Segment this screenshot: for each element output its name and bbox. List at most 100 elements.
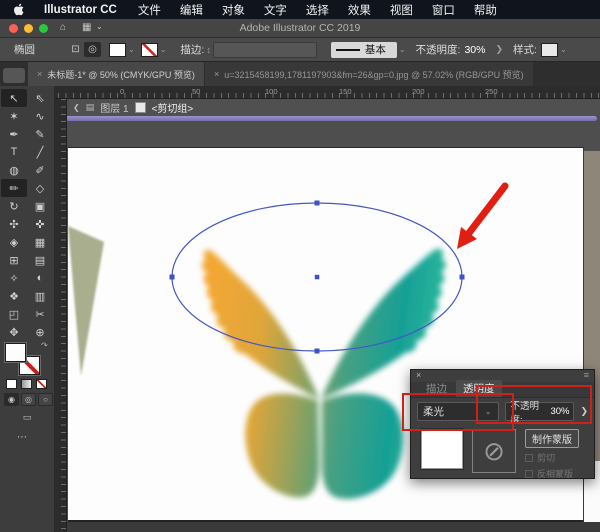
gradient-tool-icon[interactable]: ▤ bbox=[27, 251, 53, 269]
layers-icon: ▤ bbox=[86, 102, 95, 113]
direct-selection-tool-icon[interactable]: ⇖ bbox=[27, 89, 53, 107]
slice-tool-icon[interactable]: ✂ bbox=[27, 305, 53, 323]
color-button[interactable] bbox=[6, 379, 17, 389]
mask-slot[interactable]: ⊘ bbox=[472, 429, 516, 473]
puppet-warp-tool-icon[interactable]: ✜ bbox=[27, 215, 53, 233]
menu-item-object[interactable]: 对象 bbox=[222, 2, 245, 18]
document-tab-bar: × 未标题-1* @ 50% (CMYK/GPU 预览) × u=3215458… bbox=[0, 62, 600, 86]
fill-color-swatch[interactable] bbox=[109, 43, 126, 57]
swap-fill-stroke-icon[interactable]: ↷ bbox=[41, 341, 48, 350]
invert-mask-checkbox-row[interactable]: 反相蒙版 bbox=[525, 467, 579, 480]
free-transform-tool-icon[interactable]: ▣ bbox=[27, 197, 53, 215]
brush-name: 基本 bbox=[365, 42, 386, 57]
anchor-point-top[interactable] bbox=[315, 201, 320, 206]
curvature-tool-icon[interactable]: ✎ bbox=[27, 125, 53, 143]
close-icon[interactable]: × bbox=[37, 69, 42, 79]
checkbox-icon[interactable] bbox=[525, 454, 533, 462]
menu-item-view[interactable]: 视图 bbox=[390, 2, 413, 18]
fill-indicator-swatch[interactable] bbox=[5, 343, 26, 362]
menu-item-select[interactable]: 选择 bbox=[306, 2, 329, 18]
opacity-label: 不透明度: bbox=[416, 42, 461, 57]
artboard-tool-icon[interactable]: ◰ bbox=[1, 305, 27, 323]
shape-builder-tool-icon[interactable]: ◈ bbox=[1, 233, 27, 251]
target-icon[interactable]: ◎ bbox=[84, 42, 101, 57]
window-title: Adobe Illustrator CC 2019 bbox=[0, 22, 600, 34]
close-icon[interactable]: × bbox=[214, 69, 219, 79]
menu-item-edit[interactable]: 编辑 bbox=[180, 2, 203, 18]
chevron-right-icon[interactable]: ❯ bbox=[495, 44, 503, 55]
chevron-down-icon[interactable]: ⌄ bbox=[399, 45, 406, 54]
panel-dock-stub[interactable] bbox=[3, 68, 25, 83]
zoom-tool-icon[interactable]: ⊕ bbox=[27, 323, 53, 341]
eraser-tool-icon[interactable]: ◇ bbox=[27, 179, 53, 197]
opacity-value[interactable]: 30% bbox=[464, 44, 485, 56]
style-swatch[interactable] bbox=[541, 43, 558, 57]
tab-untitled-document[interactable]: × 未标题-1* @ 50% (CMYK/GPU 预览) bbox=[28, 62, 204, 86]
chevron-down-icon[interactable]: ⌄ bbox=[128, 45, 135, 54]
tab-label: u=3215458199,1781197903&fm=26&gp=0.jpg @… bbox=[224, 68, 523, 81]
lasso-tool-icon[interactable]: ∿ bbox=[27, 107, 53, 125]
breadcrumb-layer[interactable]: 图层 1 bbox=[100, 100, 128, 115]
type-tool-icon[interactable]: T bbox=[1, 143, 27, 161]
menu-app-name[interactable]: Illustrator CC bbox=[44, 4, 117, 16]
width-tool-icon[interactable]: ✣ bbox=[1, 215, 27, 233]
apple-icon[interactable] bbox=[14, 3, 25, 16]
perspective-grid-tool-icon[interactable]: ▦ bbox=[27, 233, 53, 251]
selection-tool-icon[interactable]: ↖ bbox=[1, 89, 27, 107]
draw-behind-mode-icon[interactable]: ◎ bbox=[21, 393, 36, 406]
chevron-down-icon[interactable]: ⌄ bbox=[160, 45, 167, 54]
control-bar: 椭圆 ⊡ ◎ ⌄ ⌄ 描边: ↕ 基本 ⌄ 不透明度: 30% ❯ 样式: ⌄ bbox=[0, 38, 600, 62]
back-arrow-icon[interactable]: ❮ bbox=[73, 103, 80, 112]
paintbrush-tool-icon[interactable]: ✐ bbox=[27, 161, 53, 179]
annotation-arrow bbox=[457, 186, 505, 249]
rotate-tool-icon[interactable]: ↻ bbox=[1, 197, 27, 215]
transform-frame-icon[interactable]: ⊡ bbox=[67, 42, 84, 57]
shaper-tool-icon[interactable]: ◍ bbox=[1, 161, 27, 179]
brush-definition-select[interactable]: 基本 bbox=[331, 42, 397, 58]
olive-shape[interactable] bbox=[68, 226, 104, 376]
gradient-button[interactable] bbox=[21, 379, 32, 389]
invert-mask-label: 反相蒙版 bbox=[537, 467, 573, 480]
menu-item-type[interactable]: 文字 bbox=[264, 2, 287, 18]
none-button[interactable] bbox=[36, 379, 47, 389]
center-point[interactable] bbox=[315, 275, 320, 280]
clip-checkbox-row[interactable]: 剪切 bbox=[525, 451, 579, 464]
menu-item-window[interactable]: 窗口 bbox=[432, 2, 455, 18]
anchor-point-left[interactable] bbox=[170, 275, 175, 280]
menu-bar: Illustrator CC 文件 编辑 对象 文字 选择 效果 视图 窗口 帮… bbox=[0, 0, 600, 19]
chevron-down-icon[interactable]: ⌄ bbox=[560, 45, 567, 54]
pen-tool-icon[interactable]: ✒ bbox=[1, 125, 27, 143]
eyedropper-tool-icon[interactable]: ✧ bbox=[1, 269, 27, 287]
object-thumbnail[interactable] bbox=[421, 429, 463, 469]
screen-mode-icon[interactable]: ▭ bbox=[17, 412, 37, 425]
stroke-color-swatch[interactable] bbox=[141, 43, 158, 57]
hand-tool-icon[interactable]: ✥ bbox=[1, 323, 27, 341]
mesh-tool-icon[interactable]: ⊞ bbox=[1, 251, 27, 269]
checkbox-icon[interactable] bbox=[525, 470, 533, 478]
line-segment-tool-icon[interactable]: ╱ bbox=[27, 143, 53, 161]
menu-item-effect[interactable]: 效果 bbox=[348, 2, 371, 18]
pencil-tool-icon[interactable]: ✏ bbox=[1, 179, 27, 197]
symbol-sprayer-tool-icon[interactable]: ❖ bbox=[1, 287, 27, 305]
draw-inside-mode-icon[interactable]: ○ bbox=[38, 393, 53, 406]
column-graph-tool-icon[interactable]: ▥ bbox=[27, 287, 53, 305]
breadcrumb-group[interactable]: <剪切组> bbox=[152, 100, 194, 115]
tab-jpg-document[interactable]: × u=3215458199,1781197903&fm=26&gp=0.jpg… bbox=[204, 62, 533, 86]
brush-stroke-preview bbox=[336, 49, 360, 51]
menu-item-file[interactable]: 文件 bbox=[138, 2, 161, 18]
anchor-point-right[interactable] bbox=[460, 275, 465, 280]
ruler-label: 250 bbox=[485, 87, 498, 96]
selected-object-label: 椭圆 bbox=[14, 42, 35, 57]
stepper-icon[interactable]: ↕ bbox=[206, 45, 211, 55]
menu-item-help[interactable]: 帮助 bbox=[474, 2, 497, 18]
blend-tool-icon[interactable]: ◐ bbox=[27, 269, 53, 287]
edit-toolbar-icon[interactable]: ⋯ bbox=[17, 432, 27, 443]
magic-wand-tool-icon[interactable]: ✶ bbox=[1, 107, 27, 125]
make-mask-button[interactable]: 制作蒙版 bbox=[525, 429, 579, 448]
panel-menu-icon[interactable]: ≡ bbox=[584, 370, 589, 380]
stroke-weight-combo[interactable] bbox=[213, 42, 317, 58]
anchor-point-bottom[interactable] bbox=[315, 349, 320, 354]
group-thumbnail bbox=[135, 102, 146, 113]
draw-normal-mode-icon[interactable]: ◉ bbox=[4, 393, 19, 406]
close-icon[interactable]: × bbox=[416, 370, 421, 380]
